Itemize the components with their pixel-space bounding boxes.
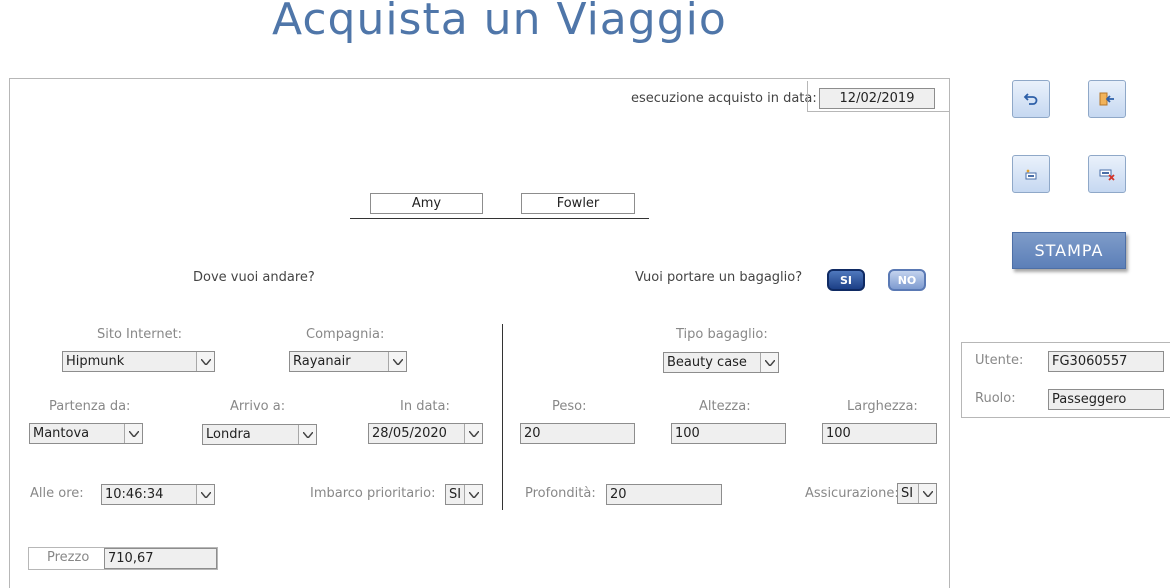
site-label: Sito Internet: xyxy=(97,327,183,342)
delete-record-icon xyxy=(1099,169,1115,181)
width-field[interactable]: 100 xyxy=(822,423,937,444)
page-title: Acquista un Viaggio xyxy=(272,0,727,45)
undo-icon xyxy=(1023,93,1038,105)
delete-record-button[interactable] xyxy=(1088,155,1126,193)
company-select[interactable]: Rayanair xyxy=(289,351,407,372)
chevron-down-icon[interactable] xyxy=(918,484,936,503)
chevron-down-icon[interactable] xyxy=(298,425,316,444)
priority-boarding-select[interactable]: SI xyxy=(445,484,483,505)
weight-field[interactable]: 20 xyxy=(520,423,635,444)
first-name-field[interactable]: Amy xyxy=(370,193,483,214)
luggage-question: Vuoi portare un bagaglio? xyxy=(635,270,803,285)
width-label: Larghezza: xyxy=(847,399,918,414)
departure-value: Mantova xyxy=(33,426,90,441)
purchase-date-field[interactable]: 12/02/2019 xyxy=(819,88,935,109)
weight-label: Peso: xyxy=(552,399,587,414)
insurance-select[interactable]: SI xyxy=(897,483,937,504)
role-field[interactable]: Passeggero xyxy=(1048,389,1164,410)
name-underline xyxy=(350,218,649,219)
insurance-label: Assicurazione: xyxy=(805,486,899,501)
baggage-type-select[interactable]: Beauty case xyxy=(663,352,779,373)
priority-boarding-label: Imbarco prioritario: xyxy=(310,486,436,501)
user-field[interactable]: FG3060557 xyxy=(1048,351,1164,372)
role-label: Ruolo: xyxy=(975,391,1016,406)
last-name-field[interactable]: Fowler xyxy=(521,193,635,214)
depth-field[interactable]: 20 xyxy=(606,484,722,505)
time-value: 10:46:34 xyxy=(105,487,164,502)
destination-question: Dove vuoi andare? xyxy=(193,270,315,285)
chevron-down-icon[interactable] xyxy=(760,353,778,372)
price-label: Prezzo xyxy=(47,550,90,565)
purchase-date-label: esecuzione acquisto in data: xyxy=(631,91,817,106)
travel-date-select[interactable]: 28/05/2020 xyxy=(368,423,483,444)
price-field[interactable]: 710,67 xyxy=(104,548,217,569)
chevron-down-icon[interactable] xyxy=(124,424,142,443)
time-select[interactable]: 10:46:34 xyxy=(101,484,215,505)
exit-door-icon xyxy=(1099,92,1114,106)
print-button[interactable]: STAMPA xyxy=(1012,232,1126,269)
insurance-value: SI xyxy=(901,486,914,501)
travel-date-value: 28/05/2020 xyxy=(372,426,447,441)
arrival-value: Londra xyxy=(206,427,251,442)
company-value: Rayanair xyxy=(293,354,351,369)
chevron-down-icon[interactable] xyxy=(464,424,482,443)
baggage-type-label: Tipo bagaglio: xyxy=(676,327,768,342)
site-select[interactable]: Hipmunk xyxy=(62,351,215,372)
height-label: Altezza: xyxy=(699,399,751,414)
chevron-down-icon[interactable] xyxy=(464,485,482,504)
departure-select[interactable]: Mantova xyxy=(29,423,143,444)
chevron-down-icon[interactable] xyxy=(196,352,214,371)
undo-button[interactable] xyxy=(1012,80,1050,118)
arrival-label: Arrivo a: xyxy=(230,399,286,414)
baggage-type-value: Beauty case xyxy=(667,355,747,370)
departure-label: Partenza da: xyxy=(49,399,131,414)
luggage-yes-button[interactable]: SI xyxy=(827,269,865,291)
arrival-select[interactable]: Londra xyxy=(202,424,317,445)
site-value: Hipmunk xyxy=(66,354,125,369)
chevron-down-icon[interactable] xyxy=(388,352,406,371)
user-label: Utente: xyxy=(975,353,1024,368)
company-label: Compagnia: xyxy=(306,327,385,342)
priority-boarding-value: SI xyxy=(449,487,462,502)
new-record-button[interactable] xyxy=(1012,155,1050,193)
depth-label: Profondità: xyxy=(525,486,596,501)
time-label: Alle ore: xyxy=(30,486,84,501)
section-divider xyxy=(502,324,503,510)
exit-button[interactable] xyxy=(1088,80,1126,118)
travel-date-label: In data: xyxy=(400,399,450,414)
chevron-down-icon[interactable] xyxy=(196,485,214,504)
height-field[interactable]: 100 xyxy=(671,423,786,444)
luggage-no-button[interactable]: NO xyxy=(888,269,926,291)
new-record-icon xyxy=(1025,169,1037,180)
